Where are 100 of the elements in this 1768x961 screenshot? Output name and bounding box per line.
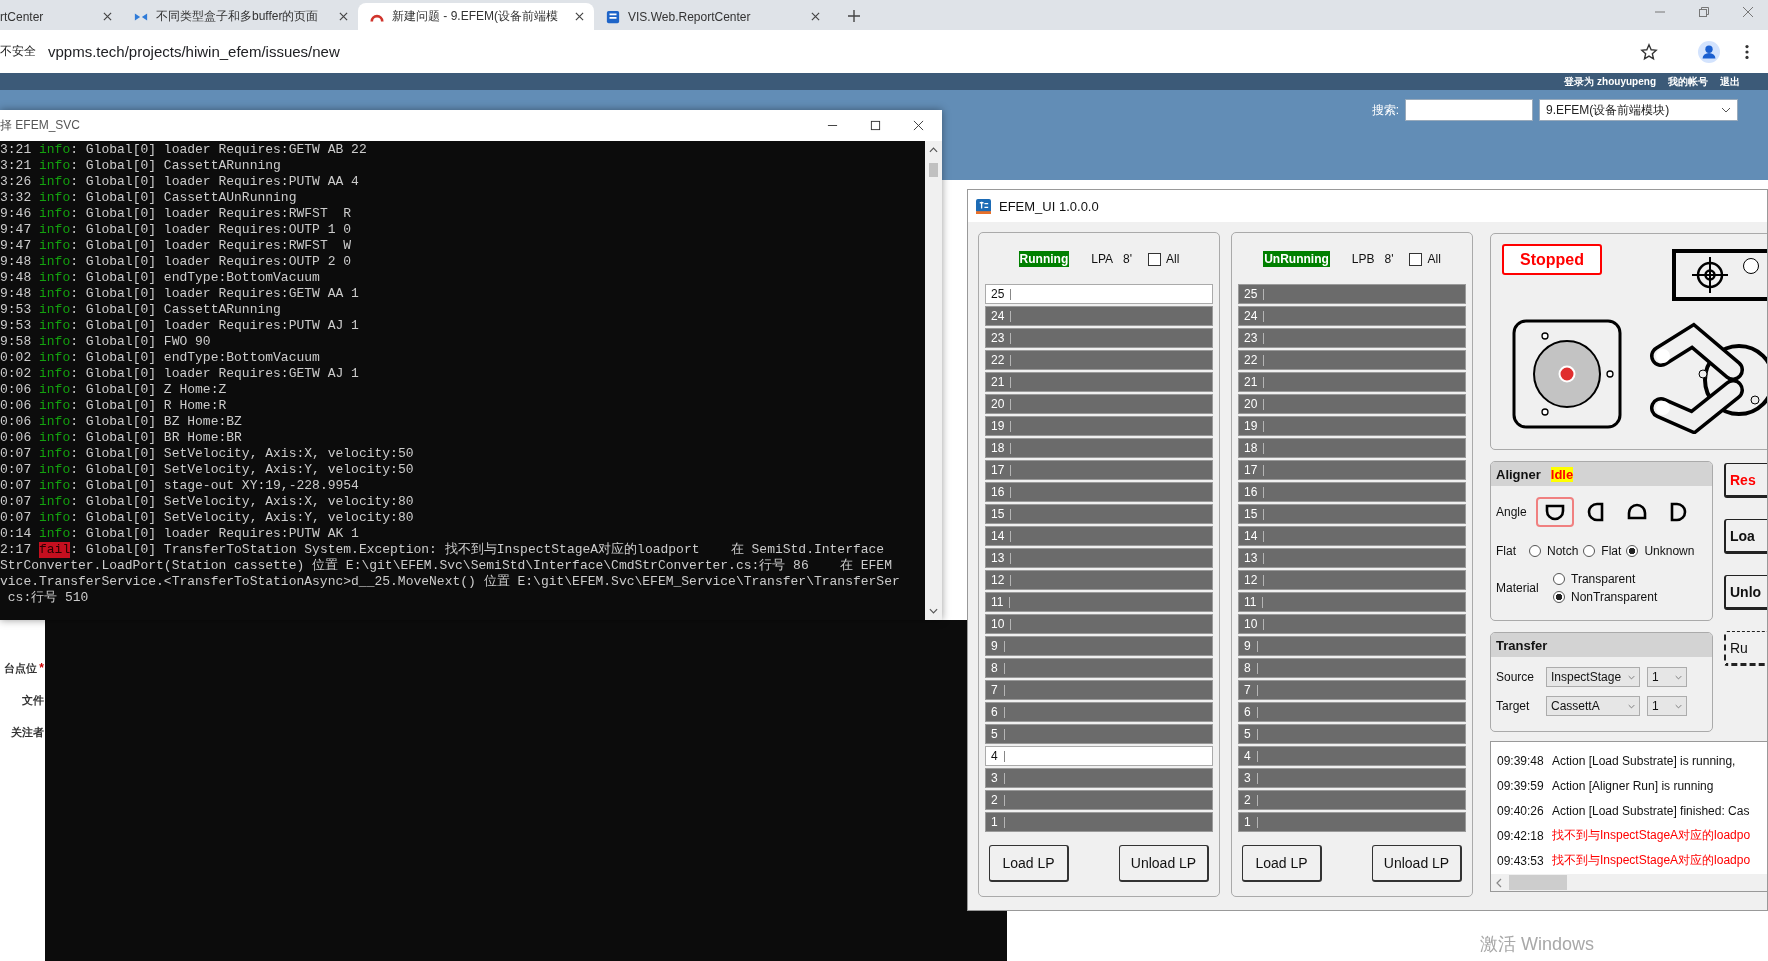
slot-row[interactable]: 1 <box>985 812 1213 832</box>
slot-row[interactable]: 12 <box>1238 570 1466 590</box>
scrollbar[interactable] <box>1491 874 1767 891</box>
scroll-thumb[interactable] <box>929 163 938 177</box>
action-button[interactable]: Loa <box>1724 519 1767 554</box>
radio-label[interactable]: Transparent <box>1571 572 1636 586</box>
unload-button[interactable]: Unload LP <box>1372 845 1462 882</box>
slot-row[interactable]: 2 <box>1238 790 1466 810</box>
close-icon[interactable] <box>103 12 112 21</box>
radio-button[interactable] <box>1553 573 1565 585</box>
slot-row[interactable]: 1 <box>1238 812 1466 832</box>
slot-row[interactable]: 5 <box>1238 724 1466 744</box>
slot-row[interactable]: 5 <box>985 724 1213 744</box>
radio-button[interactable] <box>1529 545 1541 557</box>
slot-row[interactable]: 21 <box>1238 372 1466 392</box>
new-tab-icon[interactable] <box>848 10 860 22</box>
slot-row[interactable]: 8 <box>1238 658 1466 678</box>
slot-row[interactable]: 13 <box>985 548 1213 568</box>
slot-row[interactable]: 25 <box>985 284 1213 304</box>
slot-row[interactable]: 18 <box>985 438 1213 458</box>
slot-row[interactable]: 9 <box>1238 636 1466 656</box>
slot-row[interactable]: 3 <box>985 768 1213 788</box>
slot-row[interactable]: 2 <box>985 790 1213 810</box>
slot-row[interactable]: 23 <box>985 328 1213 348</box>
slot-row[interactable]: 10 <box>985 614 1213 634</box>
slot-row[interactable]: 7 <box>1238 680 1466 700</box>
slot-row[interactable]: 6 <box>985 702 1213 722</box>
slot-row[interactable]: 6 <box>1238 702 1466 722</box>
browser-tab[interactable]: rtCenter <box>0 3 122 30</box>
browser-tab[interactable]: 新建问题 - 9.EFEM(设备前端模 <box>358 3 594 30</box>
browser-tab[interactable]: 不同类型盒子和多buffer的页面 <box>122 3 358 30</box>
slot-row[interactable]: 22 <box>1238 350 1466 370</box>
slot-row[interactable]: 9 <box>985 636 1213 656</box>
browser-tab[interactable]: VIS.Web.ReportCenter <box>594 3 830 30</box>
checkbox[interactable] <box>1148 252 1162 266</box>
station-select[interactable]: CassettA <box>1546 696 1640 716</box>
radio-button[interactable] <box>1583 545 1596 557</box>
radio-label[interactable]: Notch <box>1547 544 1579 558</box>
slot-row[interactable]: 10 <box>1238 614 1466 634</box>
slot-row[interactable]: 20 <box>1238 394 1466 414</box>
slot-row[interactable]: 8 <box>985 658 1213 678</box>
slot-row[interactable]: 14 <box>1238 526 1466 546</box>
slot-row[interactable]: 20 <box>985 394 1213 414</box>
slot-row[interactable]: 19 <box>985 416 1213 436</box>
slot-row[interactable]: 11 <box>1238 592 1466 612</box>
action-button[interactable]: Res <box>1724 463 1767 498</box>
action-button[interactable]: Unlo <box>1724 575 1767 610</box>
slot-row[interactable]: 4 <box>1238 746 1466 766</box>
checkbox-label[interactable]: All <box>1427 252 1441 266</box>
slot-row[interactable]: 15 <box>1238 504 1466 524</box>
address-field[interactable]: vppms.tech/projects/hiwin_efem/issues/new <box>48 43 1628 60</box>
close-icon[interactable] <box>339 12 348 21</box>
slot-row[interactable]: 16 <box>985 482 1213 502</box>
radio-button[interactable] <box>1553 591 1565 603</box>
slot-row[interactable]: 19 <box>1238 416 1466 436</box>
unload-button[interactable]: Unload LP <box>1119 845 1209 882</box>
scrollbar[interactable] <box>925 141 942 620</box>
slot-select[interactable]: 1 <box>1647 667 1687 687</box>
checkbox-label[interactable]: All <box>1166 252 1180 266</box>
slot-row[interactable]: 17 <box>985 460 1213 480</box>
close-icon[interactable] <box>575 12 584 21</box>
security-label[interactable]: 不安全 <box>0 43 36 60</box>
slot-row[interactable]: 11 <box>985 592 1213 612</box>
close-icon[interactable] <box>811 12 820 21</box>
checkbox[interactable] <box>1409 252 1423 266</box>
profile-icon[interactable] <box>1698 40 1720 63</box>
slot-row[interactable]: 21 <box>985 372 1213 392</box>
slot-row[interactable]: 16 <box>1238 482 1466 502</box>
slot-row[interactable]: 13 <box>1238 548 1466 568</box>
slot-row[interactable]: 17 <box>1238 460 1466 480</box>
angle-option[interactable] <box>1536 497 1574 527</box>
search-field[interactable] <box>1405 99 1533 121</box>
slot-row[interactable]: 18 <box>1238 438 1466 458</box>
slot-select[interactable]: 1 <box>1647 696 1687 716</box>
radio-label[interactable]: Flat <box>1601 544 1622 558</box>
slot-row[interactable]: 24 <box>1238 306 1466 326</box>
star-icon[interactable] <box>1640 42 1658 61</box>
close-icon[interactable] <box>913 120 924 131</box>
radio-label[interactable]: Unknown <box>1644 544 1695 558</box>
user-link[interactable]: 退出 <box>1720 74 1740 89</box>
user-link[interactable]: 我的帐号 <box>1668 74 1708 89</box>
slot-row[interactable]: 4 <box>985 746 1213 766</box>
slot-row[interactable]: 14 <box>985 526 1213 546</box>
load-button[interactable]: Load LP <box>1242 845 1322 882</box>
station-select[interactable]: InspectStage <box>1546 667 1640 687</box>
slot-row[interactable]: 22 <box>985 350 1213 370</box>
menu-icon[interactable] <box>1744 42 1750 61</box>
slot-row[interactable]: 7 <box>985 680 1213 700</box>
restore-icon[interactable] <box>1698 6 1710 18</box>
radio-label[interactable]: NonTransparent <box>1571 590 1658 604</box>
slot-row[interactable]: 25 <box>1238 284 1466 304</box>
slot-row[interactable]: 12 <box>985 570 1213 590</box>
load-button[interactable]: Load LP <box>989 845 1069 882</box>
user-link[interactable]: 登录为 zhouyupeng <box>1564 74 1656 89</box>
project-select[interactable]: 9.EFEM(设备前端模块) <box>1539 99 1738 121</box>
slot-row[interactable]: 24 <box>985 306 1213 326</box>
maximize-icon[interactable] <box>870 120 881 131</box>
slot-row[interactable]: 15 <box>985 504 1213 524</box>
radio-button[interactable] <box>1626 545 1639 557</box>
slot-row[interactable]: 23 <box>1238 328 1466 348</box>
